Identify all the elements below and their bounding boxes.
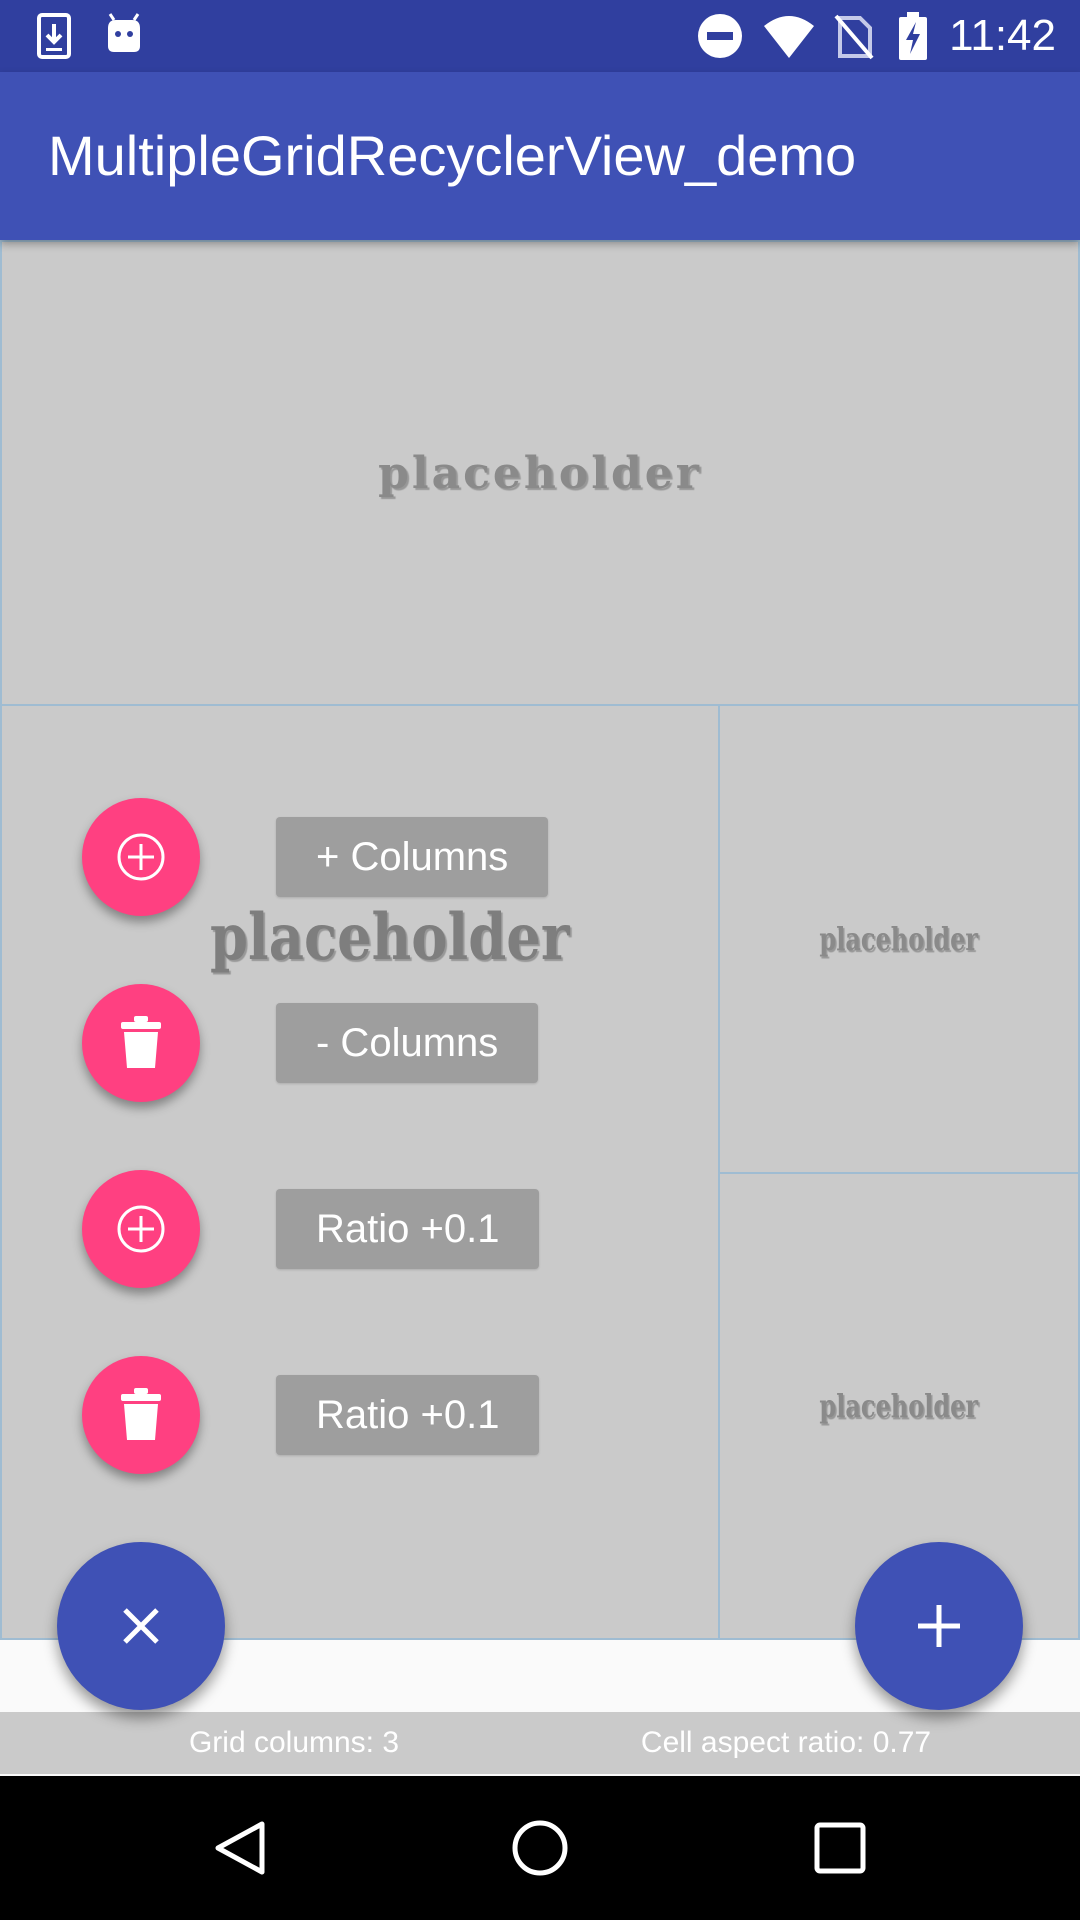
android-icon xyxy=(108,13,140,52)
ratio-increase-label[interactable]: Ratio +0.1 xyxy=(276,1189,540,1269)
add-fab[interactable] xyxy=(855,1542,1023,1710)
close-icon xyxy=(123,1608,159,1644)
ratio-increase-fab[interactable] xyxy=(82,1170,200,1288)
status-time: 11:42 xyxy=(949,11,1056,60)
cell-placeholder-text: placeholder xyxy=(819,1387,979,1425)
no-sim-icon xyxy=(834,14,874,60)
close-menu-fab[interactable] xyxy=(57,1542,225,1710)
back-icon[interactable] xyxy=(210,1818,270,1878)
add-columns-label[interactable]: + Columns xyxy=(276,817,549,897)
plus-icon xyxy=(918,1605,960,1647)
ratio-decrease-fab[interactable] xyxy=(82,1356,200,1474)
add-circle-icon xyxy=(117,833,165,881)
wifi-icon xyxy=(764,16,814,58)
home-icon[interactable] xyxy=(510,1818,570,1878)
cell-placeholder-text: placeholder xyxy=(210,900,570,975)
status-bar: 11:42 xyxy=(0,0,1080,72)
remove-columns-fab[interactable] xyxy=(82,984,200,1102)
app-bar: MultipleGridRecyclerView_demo xyxy=(0,72,1080,240)
app-title: MultipleGridRecyclerView_demo xyxy=(48,124,857,187)
grid-columns-text: Grid columns: 3 xyxy=(188,1726,400,1759)
add-circle-icon xyxy=(117,1205,165,1253)
battery-charging-icon xyxy=(899,12,927,60)
info-bar: Grid columns: 3 Cell aspect ratio: 0.77 xyxy=(0,1712,1080,1774)
grid-cell[interactable]: placeholder xyxy=(0,240,1080,706)
grid-cell[interactable]: placeholder xyxy=(718,704,1080,1174)
do-not-disturb-icon xyxy=(698,14,742,58)
trash-icon xyxy=(121,1016,161,1068)
navigation-bar xyxy=(0,1776,1080,1920)
recents-icon[interactable] xyxy=(810,1818,870,1878)
aspect-ratio-text: Cell aspect ratio: 0.77 xyxy=(640,1726,932,1759)
download-icon xyxy=(37,13,71,59)
add-columns-fab[interactable] xyxy=(82,798,200,916)
ratio-decrease-label[interactable]: Ratio +0.1 xyxy=(276,1375,540,1455)
trash-icon xyxy=(121,1388,161,1440)
cell-placeholder-text: placeholder xyxy=(819,920,979,958)
remove-columns-label[interactable]: - Columns xyxy=(276,1003,539,1083)
cell-placeholder-text: placeholder xyxy=(378,447,702,499)
